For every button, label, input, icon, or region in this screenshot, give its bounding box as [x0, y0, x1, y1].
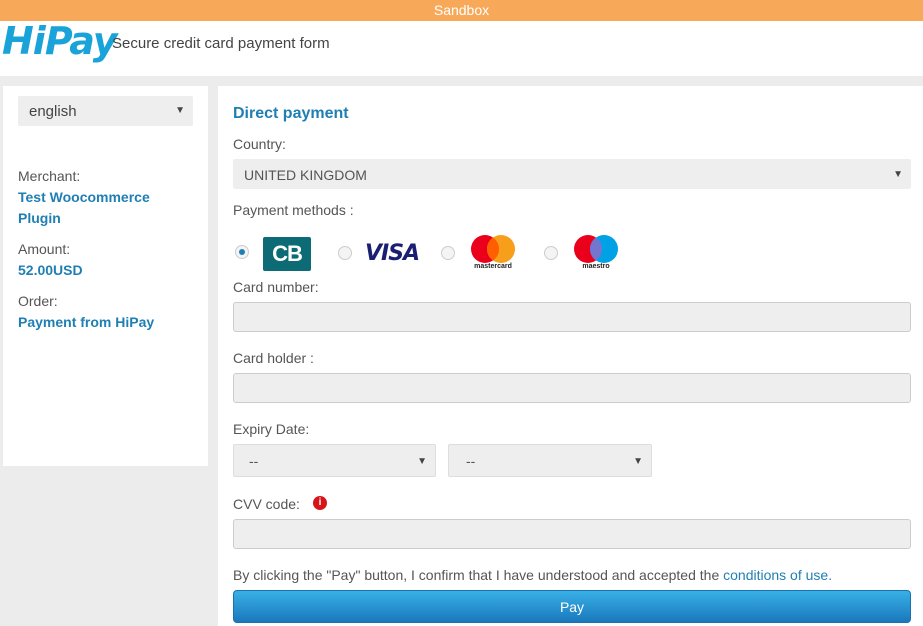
maestro-circles-icon	[574, 235, 618, 263]
expiry-date-label: Expiry Date:	[233, 421, 310, 437]
page-title: Secure credit card payment form	[112, 35, 330, 52]
card-holder-input[interactable]	[233, 373, 911, 403]
chevron-down-icon: ▼	[633, 456, 643, 467]
country-label: Country:	[233, 136, 286, 152]
mastercard-logo[interactable]: mastercard	[470, 234, 516, 272]
sandbox-banner: Sandbox	[0, 0, 923, 21]
amount-value: 52.00USD	[18, 262, 83, 278]
merchant-label: Merchant:	[18, 168, 81, 184]
visa-card-logo[interactable]: VISA	[365, 241, 420, 266]
maestro-logo[interactable]: maestro	[573, 234, 619, 272]
payment-method-radio-cb[interactable]	[235, 245, 249, 259]
expiry-year-select[interactable]: -- ▼	[448, 444, 652, 477]
country-select[interactable]: UNITED KINGDOM ▼	[233, 159, 911, 189]
payment-method-radio-visa[interactable]	[338, 246, 352, 260]
card-number-label: Card number:	[233, 279, 319, 295]
chevron-down-icon: ▼	[417, 456, 427, 467]
pay-button[interactable]: Pay	[233, 590, 911, 623]
merchant-value: Test Woocommerce Plugin	[18, 189, 150, 226]
expiry-year-value: --	[466, 453, 476, 469]
mastercard-circles-icon	[471, 235, 515, 263]
chevron-down-icon: ▼	[893, 169, 903, 180]
payment-form: Direct payment Country: UNITED KINGDOM ▼…	[218, 86, 923, 626]
maestro-caption: maestro	[582, 263, 610, 270]
cvv-input[interactable]	[233, 519, 911, 549]
language-select[interactable]: english ▼	[18, 96, 193, 126]
card-holder-label: Card holder :	[233, 350, 314, 366]
header: HiPay Secure credit card payment form	[0, 19, 923, 76]
expiry-month-select[interactable]: -- ▼	[233, 444, 436, 477]
payment-methods-label: Payment methods :	[233, 202, 354, 218]
chevron-down-icon: ▼	[175, 105, 185, 116]
consent-text: By clicking the "Pay" button, I confirm …	[233, 567, 832, 583]
country-select-value: UNITED KINGDOM	[244, 167, 367, 183]
conditions-of-use-link[interactable]: conditions of use.	[723, 567, 832, 583]
language-select-value: english	[29, 103, 77, 120]
cb-logo-text: CB	[272, 241, 303, 266]
order-label: Order:	[18, 293, 58, 309]
expiry-month-value: --	[249, 453, 259, 469]
form-title: Direct payment	[233, 105, 349, 122]
mastercard-caption: mastercard	[474, 263, 512, 270]
info-icon[interactable]: i	[313, 496, 327, 510]
cb-card-logo[interactable]: CB	[263, 237, 311, 271]
amount-label: Amount:	[18, 241, 71, 257]
card-number-input[interactable]	[233, 302, 911, 332]
order-summary-panel: english ▼ Merchant: Test Woocommerce Plu…	[3, 86, 208, 466]
cvv-label: CVV code:	[233, 496, 300, 512]
consent-statement: By clicking the "Pay" button, I confirm …	[233, 567, 720, 583]
hipay-logo: HiPay	[2, 19, 117, 63]
payment-method-radio-mastercard[interactable]	[441, 246, 455, 260]
order-value: Payment from HiPay	[18, 314, 155, 330]
payment-method-radio-maestro[interactable]	[544, 246, 558, 260]
